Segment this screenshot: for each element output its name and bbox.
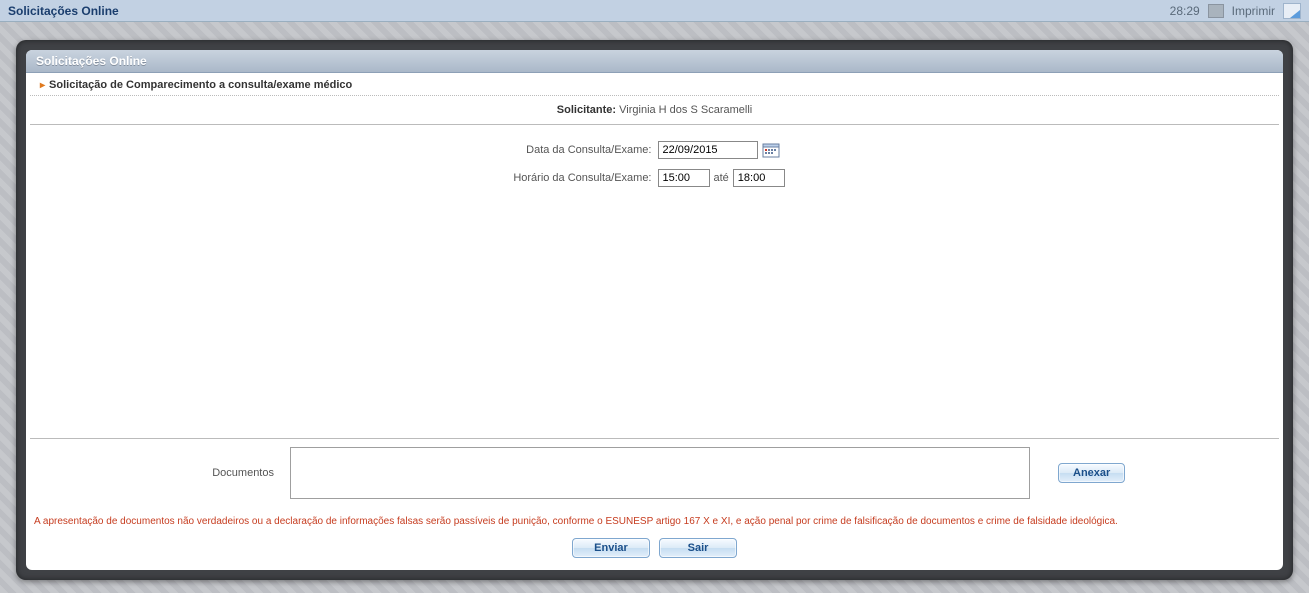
time-from-input[interactable] <box>658 169 710 187</box>
modal-title-text: Solicitações Online <box>36 54 147 68</box>
documents-row: Documentos Anexar <box>30 447 1279 499</box>
documents-textarea[interactable] <box>290 447 1030 499</box>
section-title: Solicitação de Comparecimento a consulta… <box>49 79 352 91</box>
send-button[interactable]: Enviar <box>572 538 650 558</box>
modal-title-bar: Solicitações Online <box>26 50 1283 73</box>
modal-panel: Solicitações Online ▸ Solicitação de Com… <box>26 50 1283 570</box>
background-window-header: Solicitações Online 28:29 Imprimir <box>0 0 1309 22</box>
flex-spacer <box>30 205 1279 438</box>
expand-icon[interactable] <box>1283 3 1301 19</box>
date-row: Data da Consulta/Exame: <box>30 141 1279 159</box>
footer-buttons: Enviar Sair <box>30 534 1279 570</box>
date-label: Data da Consulta/Exame: <box>272 144 652 156</box>
solicitante-row: Solicitante: Virginia H dos S Scaramelli <box>30 96 1279 125</box>
time-to-input[interactable] <box>733 169 785 187</box>
date-input[interactable] <box>658 141 758 159</box>
background-title: Solicitações Online <box>8 4 119 18</box>
time-label: Horário da Consulta/Exame: <box>272 172 652 184</box>
exit-button[interactable]: Sair <box>659 538 737 558</box>
section-header: ▸ Solicitação de Comparecimento a consul… <box>30 73 1279 96</box>
calendar-icon[interactable] <box>762 142 780 158</box>
solicitante-name: Virginia H dos S Scaramelli <box>619 104 752 116</box>
time-row: Horário da Consulta/Exame: até <box>30 169 1279 187</box>
section-arrow-icon: ▸ <box>40 80 45 91</box>
attach-button[interactable]: Anexar <box>1058 463 1125 483</box>
modal-overlay: Solicitações Online ▸ Solicitação de Com… <box>16 40 1293 580</box>
session-time: 28:29 <box>1170 4 1200 18</box>
printer-icon <box>1208 4 1224 18</box>
print-label[interactable]: Imprimir <box>1232 4 1275 18</box>
documents-label: Documentos <box>30 467 280 479</box>
solicitante-label: Solicitante: <box>557 104 616 116</box>
warning-text: A apresentação de documentos não verdade… <box>30 505 1279 535</box>
time-separator: até <box>714 172 729 184</box>
